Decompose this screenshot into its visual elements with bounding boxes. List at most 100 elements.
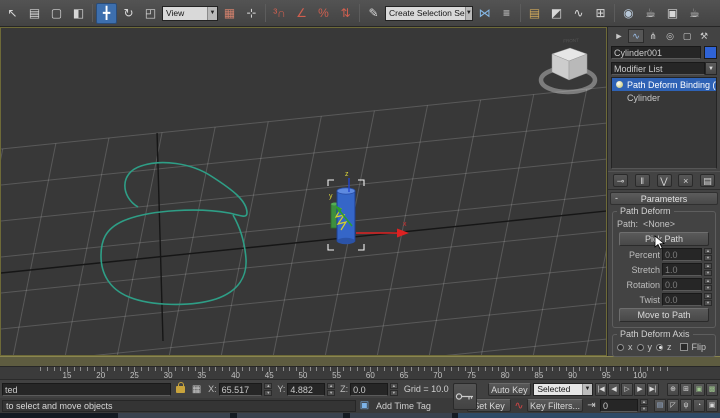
go-to-start-button[interactable]: |◀ [595,382,607,396]
window-crossing-icon[interactable]: ◧ [68,3,89,24]
zoom-region-icon[interactable]: ◸ [667,399,679,412]
set-keys-button[interactable] [453,383,477,410]
dropdown-arrow-icon[interactable]: ▼ [464,6,472,20]
modifier-stack-item[interactable]: Path Deform Binding (WS [612,78,716,91]
dropdown-arrow-icon[interactable]: ▼ [207,6,217,20]
modifier-stack[interactable]: Path Deform Binding (WS Cylinder [611,77,717,169]
rectangular-selection-region-icon[interactable]: ▢ [46,3,67,24]
move-to-path-button[interactable]: Move to Path [618,308,710,322]
axis-radio-y[interactable] [636,343,644,351]
edit-named-selection-sets-icon[interactable]: ✎ [363,3,384,24]
tab-utilities[interactable]: ⚒ [696,29,712,43]
rendered-frame-window-icon[interactable]: ▣ [662,3,683,24]
key-mode-toggle-icon[interactable]: ⇥ [585,400,598,411]
go-to-end-button[interactable]: ▶| [647,382,659,396]
viewcube[interactable]: FRONT [538,38,598,95]
orbit-icon[interactable]: ◔ [693,399,705,412]
render-production-icon[interactable]: ☕ [684,3,705,24]
twist-field[interactable]: 0.0 [662,293,702,306]
zoom-extents-all-icon[interactable]: ▩ [706,382,718,396]
named-selection-set-dropdown[interactable]: Create Selection Se ▼ [385,5,473,21]
coord-y-spinner[interactable]: ▲ ▼ [327,382,336,396]
coord-z-spinner[interactable]: ▲ ▼ [389,382,398,396]
key-filters-button[interactable]: Key Filters... [527,399,583,412]
flip-checkbox[interactable] [679,343,688,351]
key-filter-dropdown[interactable]: Selected ▼ [533,382,593,396]
tab-create[interactable]: ► [611,29,627,43]
tab-display[interactable]: ▢ [679,29,695,43]
key-tangent-curve-icon[interactable]: ∿ [513,399,525,412]
selection-lock-icon[interactable] [176,381,186,393]
use-pivot-point-center-icon[interactable]: ▦ [219,3,240,24]
select-object-icon[interactable]: ↖ [2,3,23,24]
frame-spinner[interactable]: ▲ ▼ [640,399,648,412]
next-frame-button[interactable]: ▶ [634,382,646,396]
coord-x-field[interactable]: 65.517 [218,382,263,396]
modifier-stack-item[interactable]: Cylinder [612,91,716,104]
select-by-name-icon[interactable]: ▤ [24,3,45,24]
axis-radio-z[interactable] [656,343,663,351]
play-button[interactable]: ▷ [621,382,633,396]
spline-path-curve[interactable] [100,161,248,306]
add-time-tag-label[interactable]: Add Time Tag [373,401,443,411]
select-and-rotate-icon[interactable]: ↻ [118,3,139,24]
snaps-toggle-icon[interactable]: ³∩ [269,3,290,24]
parameters-rollout-header[interactable]: - Parameters [610,192,718,205]
select-and-manipulate-icon[interactable]: ⊹ [241,3,262,24]
layer-manager-icon[interactable]: ▤ [524,3,545,24]
tab-hierarchy[interactable]: ⋔ [645,29,661,43]
configure-modifier-sets-icon[interactable]: ▤ [700,174,715,187]
auto-key-button[interactable]: Auto Key [487,382,532,396]
coord-y-field[interactable]: 4.882 [287,382,326,396]
absolute-mode-icon[interactable]: ▦ [190,384,203,395]
pan-icon[interactable]: ψ [680,399,692,412]
modifier-enabled-bulb-icon[interactable] [616,81,623,88]
tab-modify[interactable]: ∿ [628,29,644,43]
track-bar-ruler[interactable]: 15 20 25 30 35 40 45 50 55 60 65 70 75 80 85 90 95 100 [0,367,720,380]
rotation-field[interactable]: 0.0 [662,278,702,291]
zoom-extents-icon[interactable]: ▣ [693,382,705,396]
pin-stack-icon[interactable]: ⊸ [613,174,628,187]
modifier-list-arrow-icon[interactable]: ▼ [705,62,717,75]
remove-modifier-icon[interactable]: × [678,174,694,187]
isolate-selection-icon[interactable]: ▣ [358,400,371,411]
percent-field[interactable]: 0.0 [662,248,702,261]
render-setup-icon[interactable]: ☕ [640,3,661,24]
mirror-icon[interactable]: ⋈ [474,3,495,24]
schematic-view-icon[interactable]: ⊞ [590,3,611,24]
coord-x-spinner[interactable]: ▲ ▼ [264,382,273,396]
align-icon[interactable]: ≡ [496,3,517,24]
select-and-move-icon[interactable]: ╋ [96,2,117,24]
object-color-swatch[interactable] [704,46,717,59]
spinner-snap-icon[interactable]: ⇅ [335,3,356,24]
rotation-spinner[interactable]: ▲ ▼ [704,278,712,291]
twist-spinner[interactable]: ▲ ▼ [704,293,712,306]
show-end-result-icon[interactable]: ‖ [634,174,650,187]
stretch-field[interactable]: 1.0 [662,263,702,276]
angle-snap-icon[interactable]: ∠ [291,3,312,24]
stretch-spinner[interactable]: ▲ ▼ [704,263,712,276]
coord-z-field[interactable]: 0.0 [350,382,388,396]
select-and-scale-icon[interactable]: ◰ [140,3,161,24]
axis-radio-x[interactable] [617,343,624,351]
dropdown-arrow-icon[interactable]: ▼ [582,383,592,395]
ruler-tick [228,367,230,371]
previous-frame-button[interactable]: ◀ [608,382,620,396]
modifier-list-dropdown[interactable]: Modifier List [611,62,705,75]
object-name-field[interactable]: Cylinder001 [611,46,701,59]
zoom-all-icon[interactable]: ⊞ [680,382,692,396]
make-unique-icon[interactable]: ⋁ [656,174,672,187]
perspective-viewport[interactable]: x y z FRONT [0,27,607,356]
percent-spinner[interactable]: ▲ ▼ [704,248,712,261]
zoom-icon[interactable]: ⊕ [667,382,679,396]
material-editor-icon[interactable]: ◉ [618,3,639,24]
current-frame-field[interactable]: 0 [600,399,638,412]
curve-editor-icon[interactable]: ∿ [568,3,589,24]
graphite-ribbon-icon[interactable]: ◩ [546,3,567,24]
tab-motion[interactable]: ◎ [662,29,678,43]
reference-coordinate-system-dropdown[interactable]: View ▼ [162,5,218,21]
percent-snap-icon[interactable]: % [313,3,334,24]
time-slider-track[interactable] [0,356,720,367]
maximize-viewport-icon[interactable]: ▣ [706,399,718,412]
maxscript-mini-listener-icon[interactable]: ▤ [654,399,666,412]
